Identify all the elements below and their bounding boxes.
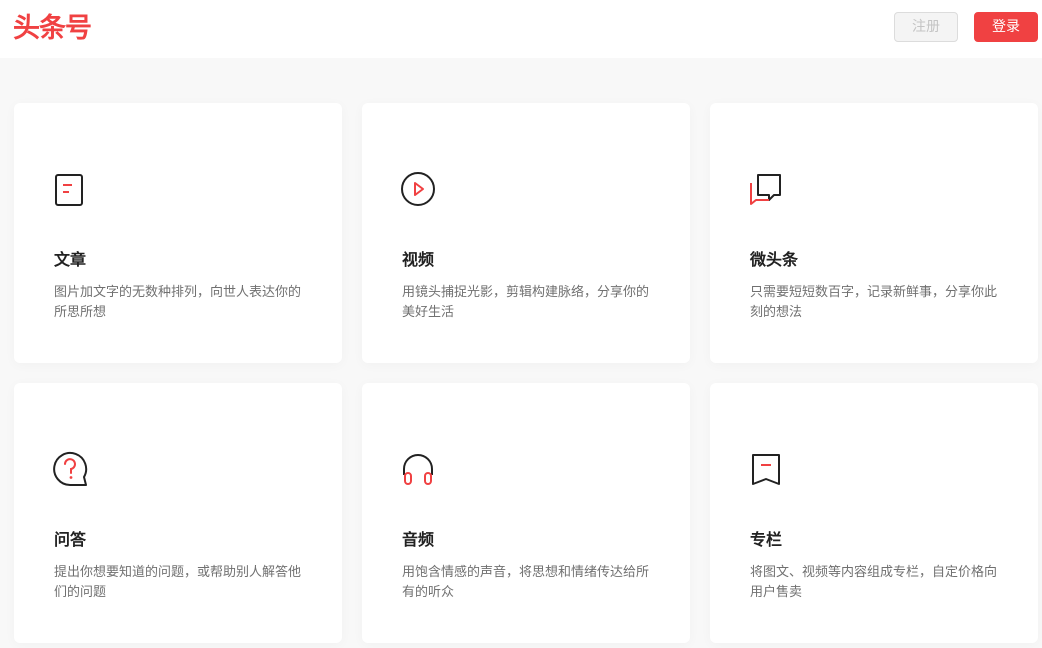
headphones-icon [400,451,436,487]
card-description: 图片加文字的无数种排列，向世人表达你的所思所想 [54,285,302,320]
card-title: 文章 [54,250,87,269]
bookmark-icon [748,451,784,487]
top-header: 头条号 注册 登录 [0,0,1042,58]
chat-bubbles-icon [748,171,784,207]
card-qa[interactable]: 问答 提出你想要知道的问题，或帮助别人解答他们的问题 [14,383,342,643]
card-description: 用镜头捕捉光影，剪辑构建脉络，分享你的美好生活 [402,285,650,320]
login-button[interactable]: 登录 [974,12,1038,42]
card-column[interactable]: 专栏 将图文、视频等内容组成专栏，自定价格向用户售卖 [710,383,1038,643]
register-button[interactable]: 注册 [894,12,958,42]
card-title: 音频 [402,530,435,549]
card-article[interactable]: 文章 图片加文字的无数种排列，向世人表达你的所思所想 [14,103,342,363]
card-title: 专栏 [750,530,783,549]
card-description: 将图文、视频等内容组成专栏，自定价格向用户售卖 [750,565,998,600]
card-video[interactable]: 视频 用镜头捕捉光影，剪辑构建脉络，分享你的美好生活 [362,103,690,363]
article-icon [52,171,88,207]
card-title: 微头条 [750,250,799,269]
card-description: 用饱含情感的声音，将思想和情绪传达给所有的听众 [402,565,650,600]
card-title: 问答 [54,530,87,549]
card-audio[interactable]: 音频 用饱含情感的声音，将思想和情绪传达给所有的听众 [362,383,690,643]
card-micro-headline[interactable]: 微头条 只需要短短数百字，记录新鲜事，分享你此刻的想法 [710,103,1038,363]
card-description: 只需要短短数百字，记录新鲜事，分享你此刻的想法 [750,285,998,320]
card-title: 视频 [402,250,435,269]
logo[interactable]: 头条号 [13,11,92,47]
play-icon [400,171,436,207]
question-icon [52,451,88,487]
card-description: 提出你想要知道的问题，或帮助别人解答他们的问题 [54,565,302,600]
